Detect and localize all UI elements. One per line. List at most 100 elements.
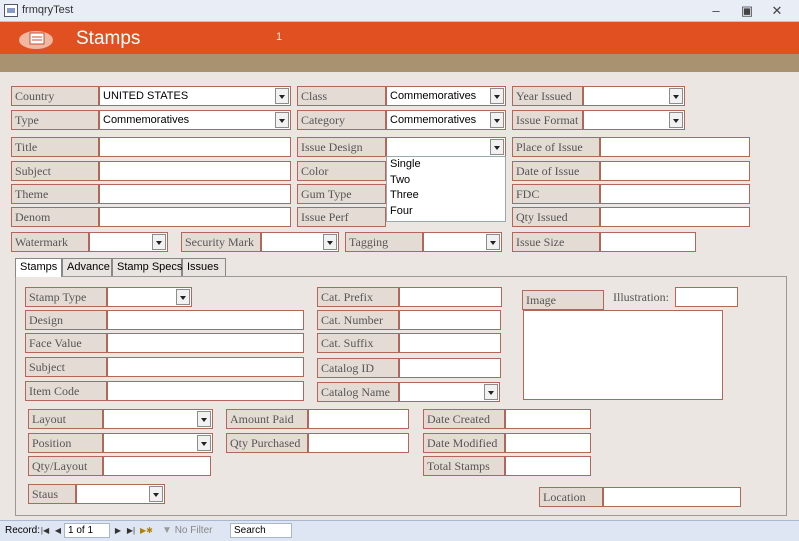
chevron-down-icon[interactable] [490,112,504,128]
stamp-type-label: Stamp Type [25,287,107,307]
tab-advance[interactable]: Advance [62,258,112,276]
qty-issued-field[interactable] [600,207,750,227]
maximize-icon[interactable]: ▣ [735,2,759,20]
issue-design-option[interactable]: Four [387,204,505,220]
close-icon[interactable]: ✕ [765,2,789,20]
cat-number-label: Cat. Number [317,310,399,330]
layout-label: Layout [28,409,103,429]
catalog-name-label: Catalog Name [317,382,399,402]
tagging-combo[interactable] [423,232,502,252]
issue-perf-label: Issue Perf [297,207,386,227]
window-titlebar: frmqryTest – ▣ ✕ [0,0,799,22]
image-frame[interactable] [523,310,723,400]
tab-stamps[interactable]: Stamps [15,258,62,277]
design-field[interactable] [107,310,304,330]
item-code-field[interactable] [107,381,304,401]
chevron-down-icon[interactable] [669,112,683,128]
staus-combo[interactable] [76,484,165,504]
total-stamps-field[interactable] [505,456,591,476]
chevron-down-icon[interactable] [490,139,504,155]
app-icon [4,4,18,17]
country-label: Country [11,86,99,106]
stamp-type-combo[interactable] [107,287,192,307]
illustration-field[interactable] [675,287,738,307]
date-modified-field[interactable] [505,433,591,453]
chevron-down-icon[interactable] [484,384,498,400]
chevron-down-icon[interactable] [176,289,190,305]
qty-purchased-field[interactable] [308,433,409,453]
item-code-label: Item Code [25,381,107,401]
issue-size-field[interactable] [600,232,696,252]
position-combo[interactable] [103,433,213,453]
theme-field[interactable] [99,184,291,204]
chevron-down-icon[interactable] [275,112,289,128]
cat-suffix-field[interactable] [399,333,501,353]
no-filter-label: No Filter [174,525,213,536]
record-number-field[interactable]: 1 of 1 [64,523,110,538]
chevron-down-icon[interactable] [149,486,163,502]
cat-number-field[interactable] [399,310,501,330]
country-combo[interactable]: UNITED STATES [99,86,291,106]
date-modified-label: Date Modified [423,433,505,453]
chevron-down-icon[interactable] [486,234,500,250]
watermark-label: Watermark [11,232,89,252]
type-combo[interactable]: Commemoratives [99,110,291,130]
catalog-id-field[interactable] [399,358,501,378]
issue-design-combo[interactable] [386,137,506,157]
amount-paid-field[interactable] [308,409,409,429]
record-navigation-bar: Record: |◀ ◀ 1 of 1 ▶ ▶| ▶✱ ▼ No Filter … [0,520,799,541]
denom-field[interactable] [99,207,291,227]
issue-format-label: Issue Format [512,110,583,130]
place-of-issue-field[interactable] [600,137,750,157]
next-record-icon[interactable]: ▶ [113,525,123,537]
chevron-down-icon[interactable] [669,88,683,104]
minimize-icon[interactable]: – [704,2,728,20]
search-label: Search [234,525,266,536]
no-filter-button[interactable]: ▼ No Filter [158,523,228,538]
issue-design-dropdown[interactable]: Single Two Three Four [386,156,506,222]
year-issued-label: Year Issued [512,86,583,106]
year-issued-combo[interactable] [583,86,685,106]
qty-issued-label: Qty Issued [512,207,600,227]
fdc-field[interactable] [600,184,750,204]
location-field[interactable] [603,487,741,507]
type-label: Type [11,110,99,130]
cat-prefix-field[interactable] [399,287,502,307]
layout-combo[interactable] [103,409,213,429]
previous-record-icon[interactable]: ◀ [53,525,63,537]
tab-stamp-specs[interactable]: Stamp Specs [112,258,182,276]
issue-format-combo[interactable] [583,110,685,130]
watermark-combo[interactable] [89,232,168,252]
qty-layout-field[interactable] [103,456,211,476]
category-value: Commemoratives [390,114,477,126]
image-label: Image [522,290,604,310]
category-combo[interactable]: Commemoratives [386,110,506,130]
country-value: UNITED STATES [103,90,189,102]
issue-design-option[interactable]: Two [387,173,505,189]
class-combo[interactable]: Commemoratives [386,86,506,106]
cat-suffix-label: Cat. Suffix [317,333,399,353]
tab-issues[interactable]: Issues [182,258,226,276]
subject-field[interactable] [99,161,291,181]
chevron-down-icon[interactable] [152,234,166,250]
issue-design-option[interactable]: Three [387,188,505,204]
catalog-name-combo[interactable] [399,382,500,402]
chevron-down-icon[interactable] [323,234,337,250]
tagging-label: Tagging [345,232,423,252]
window-title: frmqryTest [22,4,74,16]
new-record-icon[interactable]: ▶✱ [140,525,153,537]
chevron-down-icon[interactable] [197,435,211,451]
face-value-field[interactable] [107,333,304,353]
security-mark-combo[interactable] [261,232,339,252]
chevron-down-icon[interactable] [197,411,211,427]
issue-design-option[interactable]: Single [387,157,505,173]
chevron-down-icon[interactable] [490,88,504,104]
title-field[interactable] [99,137,291,157]
chevron-down-icon[interactable] [275,88,289,104]
first-record-icon[interactable]: |◀ [40,525,50,537]
stamp-subject-field[interactable] [107,357,304,377]
date-of-issue-field[interactable] [600,161,750,181]
search-input[interactable]: Search [230,523,292,538]
last-record-icon[interactable]: ▶| [126,525,136,537]
date-created-field[interactable] [505,409,591,429]
